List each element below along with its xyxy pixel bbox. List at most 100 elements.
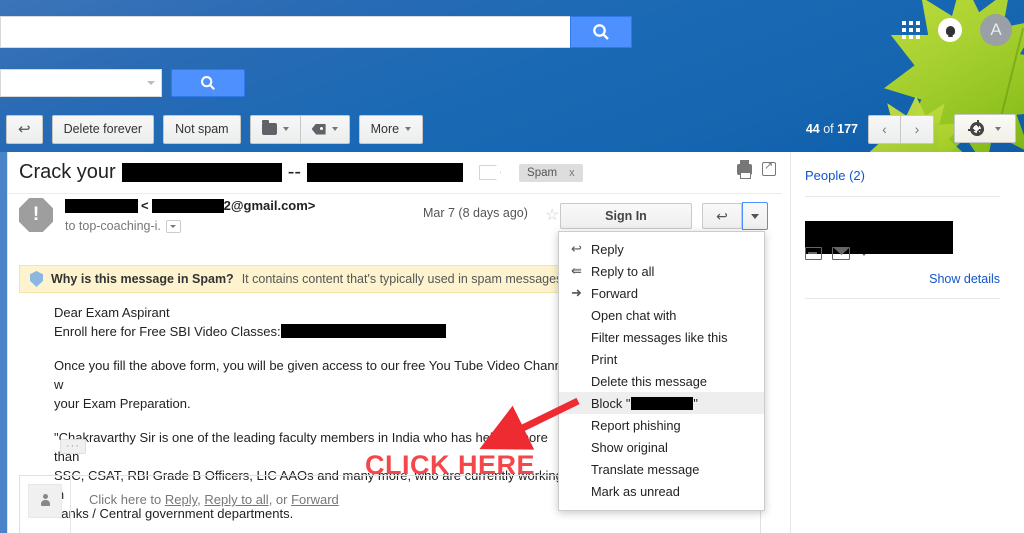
avatar	[28, 484, 62, 518]
secondary-search-input[interactable]	[0, 69, 162, 97]
pager-of-label: of	[823, 122, 834, 136]
printer-icon[interactable]	[737, 159, 752, 179]
more-button[interactable]: More	[358, 114, 424, 144]
people-panel: People (2) Show details	[790, 152, 1018, 533]
sign-in-button[interactable]: Sign In	[560, 203, 692, 229]
spam-warning-banner: Why is this message in Spam? It contains…	[19, 265, 565, 293]
menu-item-reply-to-all[interactable]: ⇚ Reply to all	[559, 260, 764, 282]
body-line: Once you fill the above form, you will b…	[54, 358, 572, 392]
menu-item-label: Reply	[591, 241, 624, 257]
close-icon[interactable]: x	[569, 167, 575, 179]
archive-icon[interactable]	[805, 247, 822, 260]
message-pager: 44 of 177 ‹ ›	[806, 114, 934, 144]
search-input[interactable]	[0, 16, 570, 48]
menu-item-mark-as-unread[interactable]: Mark as unread	[559, 480, 764, 502]
sender-email-domain: 2@gmail.com>	[223, 198, 316, 213]
move-to-button[interactable]	[249, 114, 301, 144]
reply-link[interactable]: Reply	[165, 492, 197, 507]
spam-banner-question: Why is this message in Spam?	[51, 272, 234, 286]
search-button[interactable]	[570, 16, 632, 48]
forward-link[interactable]: Forward	[291, 492, 339, 507]
avatar[interactable]: A	[980, 14, 1012, 46]
contact-entry: Show details	[805, 221, 1000, 299]
recipient-line: to top-coaching-i.	[65, 219, 315, 233]
gmail-message-view: A ↩ Delete forever Not spam More 44 of 1…	[0, 0, 1024, 533]
search-icon	[593, 24, 609, 40]
reply-all-arrow-icon: ⇚	[571, 263, 582, 278]
spam-label-text: Spam	[527, 166, 558, 179]
move-and-label-group	[249, 114, 350, 144]
redacted-subject-part-1	[121, 163, 282, 182]
reply-prompt-prefix: Click here to	[89, 492, 165, 507]
message-options-menu: ↩ Reply ⇚ Reply to all ➜ Forward Open ch…	[558, 231, 765, 511]
spam-warning-icon: !	[19, 198, 53, 232]
body-line: your Exam Preparation.	[54, 396, 191, 411]
more-options-button[interactable]	[742, 202, 768, 230]
menu-item-open-chat-with[interactable]: Open chat with	[559, 304, 764, 326]
notifications-button[interactable]	[938, 18, 962, 42]
more-button-label: More	[370, 122, 400, 136]
people-panel-title[interactable]: People (2)	[805, 168, 1000, 183]
reply-arrow-icon: ↩	[571, 241, 582, 256]
reply-or: , or	[268, 492, 292, 507]
search-bar	[0, 16, 632, 48]
menu-item-print[interactable]: Print	[559, 348, 764, 370]
menu-item-delete-this-message[interactable]: Delete this message	[559, 370, 764, 392]
show-details-link[interactable]: Show details	[805, 272, 1000, 286]
header-actions: A	[902, 14, 1012, 46]
menu-item-translate-message[interactable]: Translate message	[559, 458, 764, 480]
menu-item-filter-messages-like-this[interactable]: Filter messages like this	[559, 326, 764, 348]
subject-separator: --	[287, 161, 302, 183]
subject-row: Crack your -- Spam x	[7, 152, 782, 194]
label-outline-icon[interactable]	[479, 165, 502, 180]
redacted-link	[280, 324, 446, 338]
body-line: Enroll here for Free SBI Video Classes:	[54, 324, 281, 339]
reply-button[interactable]: ↩	[702, 203, 742, 229]
back-button[interactable]: ↩	[6, 114, 43, 144]
reply-all-link[interactable]: Reply to all	[204, 492, 268, 507]
secondary-search-button[interactable]	[171, 69, 245, 97]
redacted-sender-name	[65, 198, 138, 213]
secondary-search-bar	[0, 68, 245, 98]
status-badge[interactable]: Spam x	[519, 163, 583, 182]
star-outline-icon[interactable]: ☆	[545, 205, 559, 225]
pager-count: 44 of 177	[806, 122, 858, 136]
chevron-down-icon	[147, 81, 155, 85]
body-paragraph-1: Dear Exam Aspirant Enroll here for Free …	[54, 303, 574, 341]
labels-button[interactable]	[300, 114, 350, 144]
menu-item-label: Show original	[591, 439, 668, 455]
envelope-icon[interactable]	[832, 247, 850, 260]
not-spam-button[interactable]: Not spam	[163, 114, 241, 144]
menu-item-label: Filter messages like this	[591, 329, 728, 345]
show-trimmed-content-button[interactable]: ···	[60, 439, 86, 454]
redacted-subject-part-2	[307, 163, 464, 182]
chevron-down-icon	[331, 127, 338, 131]
divider	[805, 196, 1000, 197]
delete-forever-button[interactable]: Delete forever	[51, 114, 155, 144]
settings-button[interactable]	[954, 114, 1016, 143]
menu-item-forward[interactable]: ➜ Forward	[559, 282, 764, 304]
menu-item-reply[interactable]: ↩ Reply	[559, 238, 764, 260]
gear-icon	[967, 119, 984, 136]
subject-text: Crack your	[19, 161, 116, 183]
chevron-down-icon	[751, 213, 759, 219]
redacted-sender-email	[151, 198, 224, 213]
next-message-button[interactable]: ›	[901, 114, 934, 144]
back-arrow-icon: ↩	[18, 120, 31, 138]
sender-details: < 2@gmail.com> to top-coaching-i.	[65, 198, 315, 233]
menu-item-label: Block "	[591, 395, 631, 411]
menu-item-label-suffix: "	[693, 395, 698, 411]
apps-grid-icon[interactable]	[902, 21, 920, 39]
recipient-text: to top-coaching-i.	[65, 219, 161, 233]
menu-item-label: Open chat with	[591, 307, 677, 323]
menu-item-label: Forward	[591, 285, 638, 301]
recipient-details-toggle[interactable]	[165, 219, 181, 233]
divider	[805, 298, 1000, 299]
left-edge-accent	[0, 152, 7, 533]
menu-item-label: Print	[591, 351, 618, 367]
open-in-new-window-icon[interactable]	[762, 159, 776, 176]
previous-message-button[interactable]: ‹	[868, 114, 901, 144]
red-arrow-icon	[479, 397, 580, 450]
menu-item-label: Translate message	[591, 461, 700, 477]
folder-icon	[261, 120, 277, 135]
